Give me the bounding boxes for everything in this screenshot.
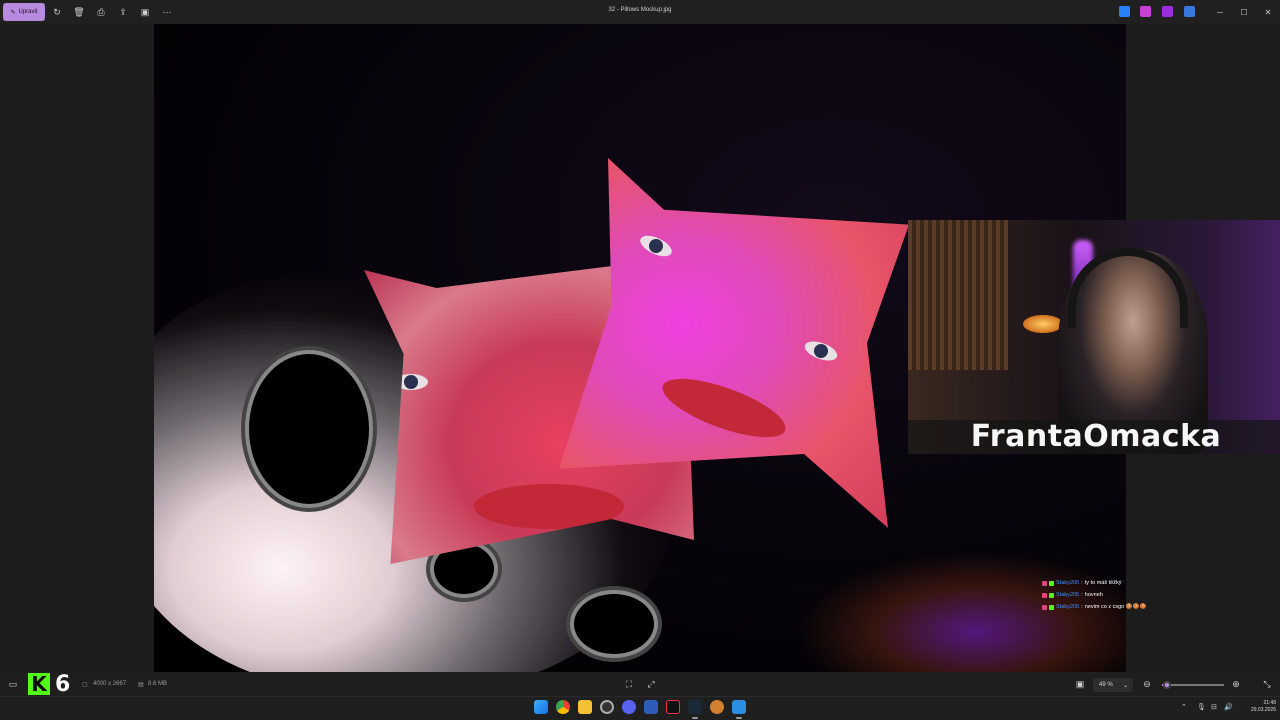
chat-separator: :: [1081, 604, 1083, 610]
minimize-button[interactable]: ─: [1210, 4, 1230, 20]
fit-view-icon[interactable]: ⛶: [621, 676, 637, 692]
discord-icon[interactable]: [622, 700, 636, 714]
steam-icon[interactable]: [688, 700, 702, 714]
fullscreen-icon[interactable]: ⤡: [1259, 676, 1275, 692]
chat-message: Staby205 : hovneh: [1042, 589, 1280, 601]
clock[interactable]: 21:48 29.03.2026: [1238, 700, 1276, 714]
fit-window-icon[interactable]: ▣: [1072, 676, 1088, 692]
chat-text: ty to máš těžký: [1084, 580, 1122, 586]
zoom-in-icon[interactable]: ⊕: [1228, 676, 1244, 692]
badge-icon: [1049, 580, 1054, 586]
kick-count: 6: [55, 672, 71, 697]
chat-separator: :: [1081, 580, 1083, 586]
more-options-icon[interactable]: ⋯: [159, 4, 175, 20]
clock-date: 29.03.2026: [1250, 707, 1276, 713]
edit-button-label: Upravit: [18, 9, 38, 15]
tiktok-icon[interactable]: [666, 700, 680, 714]
zoom-dropdown[interactable]: 49 % ⌄: [1093, 678, 1133, 692]
kick-logo: K: [28, 672, 50, 696]
zoom-value: 49 %: [1099, 682, 1113, 688]
file-size: 8.6 MB: [148, 681, 168, 687]
zoom-slider-track[interactable]: [1162, 684, 1224, 686]
chat-message: Staby205 : nevim co z csgo 🍪🍪🍪: [1042, 601, 1280, 613]
slideshow-icon[interactable]: ▣: [137, 4, 153, 20]
chat-text: nevim co z csgo 🍪🍪🍪: [1084, 604, 1147, 610]
badge-icon: [1042, 604, 1047, 610]
active-indicator: [736, 717, 742, 719]
chat-username: Staby205: [1056, 592, 1080, 598]
pillow-eye: [802, 337, 840, 365]
chat-username: Staby205: [1056, 604, 1080, 610]
badge-icon: [1042, 580, 1047, 586]
streamer-name: FrantaOmacka: [970, 419, 1222, 454]
volume-icon[interactable]: 🔊: [1224, 703, 1233, 711]
zoom-out-icon[interactable]: ⊖: [1139, 676, 1155, 692]
share-icon[interactable]: ⇪: [115, 4, 131, 20]
badge-icon: [1042, 592, 1047, 598]
texture-hole: [249, 354, 369, 504]
close-button[interactable]: ✕: [1258, 4, 1278, 20]
image-dimensions: 4000 x 2667: [93, 681, 127, 687]
chevron-down-icon: ⌄: [1122, 682, 1128, 689]
print-icon[interactable]: ⎙: [93, 4, 109, 20]
delete-icon[interactable]: 🗑: [71, 4, 87, 20]
photos-icon[interactable]: [732, 700, 746, 714]
status-bar: [0, 672, 1280, 696]
lamp: [1023, 315, 1063, 333]
rotate-icon[interactable]: ↻: [49, 4, 65, 20]
app-icon[interactable]: [710, 700, 724, 714]
clock-time: 21:48: [1263, 700, 1276, 706]
onedrive-icon[interactable]: [1184, 6, 1195, 17]
actual-size-icon[interactable]: ⤢: [643, 676, 659, 692]
wood-panel: [908, 220, 1008, 370]
obs-icon[interactable]: [600, 700, 614, 714]
app-icon[interactable]: [644, 700, 658, 714]
network-icon[interactable]: ⊟: [1211, 703, 1217, 711]
chat-username: Staby205: [1056, 580, 1080, 586]
maximize-button[interactable]: ☐: [1234, 4, 1254, 20]
file-explorer-icon[interactable]: [578, 700, 592, 714]
chat-overlay: Staby205 : ty to máš těžký Staby205 : ho…: [1042, 577, 1280, 613]
pillow-eye: [637, 231, 675, 261]
chat-separator: :: [1081, 592, 1083, 598]
dimensions-icon: ▢: [82, 682, 88, 688]
pencil-icon: ✎: [10, 9, 16, 16]
app-icon-2[interactable]: [1140, 6, 1151, 17]
start-icon[interactable]: [534, 700, 548, 714]
chrome-icon[interactable]: [556, 700, 570, 714]
chevron-up-icon[interactable]: ⌃: [1181, 703, 1187, 711]
chat-text: hovneh: [1084, 592, 1103, 598]
badge-icon: [1049, 592, 1054, 598]
chat-message: Staby205 : ty to máš těžký: [1042, 577, 1280, 589]
badge-icon: [1049, 604, 1054, 610]
app-icon-3[interactable]: [1162, 6, 1173, 17]
filmstrip-icon[interactable]: ▭: [5, 676, 21, 692]
taskbar: [0, 696, 1280, 720]
edit-button[interactable]: ✎ Upravit: [3, 3, 45, 21]
file-size-icon: ▤: [138, 682, 144, 688]
active-indicator: [692, 717, 698, 719]
app-icon-1[interactable]: [1119, 6, 1130, 17]
microphone-icon[interactable]: 🎙: [1197, 703, 1206, 711]
zoom-slider-thumb[interactable]: [1163, 681, 1171, 689]
pillow-mouth: [656, 366, 792, 450]
texture-hole: [574, 594, 654, 654]
window-title: 32 - Pillows Mockup.jpg: [608, 7, 672, 13]
